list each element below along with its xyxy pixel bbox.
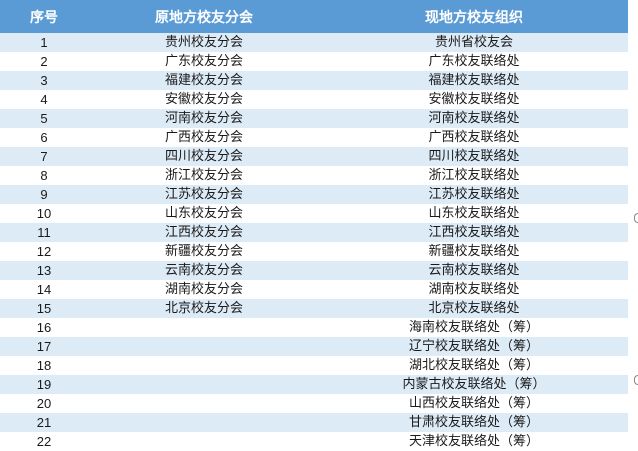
cell-index: 9 bbox=[40, 187, 48, 202]
cell-index: 20 bbox=[36, 396, 52, 411]
alumni-organization-table-sheet: 序号 原地方校友分会 现地方校友组织 1 贵州校友分会 贵州省校友会 2 广东校友分会广… bbox=[0, 0, 628, 451]
alumni-organization-table: 序号 原地方校友分会 现地方校友组织 1 贵州校友分会 贵州省校友会 2 广东校友分会广… bbox=[0, 0, 628, 451]
cell-index: 19 bbox=[36, 377, 52, 392]
cell-current-organization: 安徽校友联络处 bbox=[428, 92, 520, 107]
cell-current-organization: 四川校友联络处 bbox=[428, 149, 520, 164]
cell-index: 11 bbox=[37, 225, 51, 240]
cell-current-organization: 江西校友联络处 bbox=[428, 225, 520, 240]
cell-index: 22 bbox=[36, 434, 52, 449]
cell-original-branch bbox=[88, 337, 320, 356]
cell-original-branch bbox=[88, 413, 320, 432]
cell-original-branch: 云南校友分会 bbox=[164, 263, 243, 278]
table-row: 13 云南校友分会 云南校友联络处 bbox=[0, 261, 628, 280]
table-row: 18 湖北校友联络处（筹） bbox=[0, 356, 628, 375]
table-row: 20 山西校友联络处（筹） bbox=[0, 394, 628, 413]
table-row: 5 河南校友分会 河南校友联络处 bbox=[0, 109, 628, 128]
cell-current-organization: 浙江校友联络处 bbox=[428, 168, 520, 183]
cell-current-organization: 广东校友联络处 bbox=[428, 54, 520, 69]
edge-marker bbox=[634, 213, 638, 223]
cell-index: 21 bbox=[36, 415, 52, 430]
cell-original-branch bbox=[88, 432, 320, 451]
cell-current-organization: 甘肃校友联络处（筹） bbox=[408, 415, 539, 430]
table-row: 9 江苏校友分会 江苏校友联络处 bbox=[0, 185, 628, 204]
cell-index: 13 bbox=[36, 263, 52, 278]
cell-current-organization: 云南校友联络处 bbox=[428, 263, 520, 278]
cell-index: 17 bbox=[36, 339, 52, 354]
header-current-organization: 现地方校友组织 bbox=[425, 9, 523, 26]
table-row: 19 内蒙古校友联络处（筹） bbox=[0, 375, 628, 394]
cell-index: 1 bbox=[40, 35, 48, 50]
cell-index: 4 bbox=[40, 92, 48, 107]
header-original-branch: 原地方校友分会 bbox=[155, 9, 253, 26]
cell-current-organization: 辽宁校友联络处（筹） bbox=[408, 339, 539, 354]
table-row: 6 广西校友分会 广西校友联络处 bbox=[0, 128, 628, 147]
edge-marker bbox=[634, 375, 638, 385]
cell-current-organization: 新疆校友联络处 bbox=[428, 244, 520, 259]
cell-index: 16 bbox=[36, 320, 52, 335]
cell-current-organization: 湖南校友联络处 bbox=[428, 282, 520, 297]
header-row: 序号 原地方校友分会 现地方校友组织 bbox=[0, 0, 628, 33]
cell-original-branch: 新疆校友分会 bbox=[164, 244, 243, 259]
header-index: 序号 bbox=[30, 9, 58, 26]
cell-original-branch: 四川校友分会 bbox=[164, 149, 243, 164]
cell-current-organization: 内蒙古校友联络处（筹） bbox=[402, 377, 546, 392]
cell-original-branch: 贵州校友分会 bbox=[164, 35, 243, 50]
cell-current-organization: 贵州省校友会 bbox=[434, 35, 513, 50]
table-row: 4 安徽校友分会 安徽校友联络处 bbox=[0, 90, 628, 109]
cell-current-organization: 山西校友联络处（筹） bbox=[408, 396, 539, 411]
table-row: 10 山东校友分会 山东校友联络处 bbox=[0, 204, 628, 223]
cell-original-branch bbox=[88, 356, 320, 375]
cell-original-branch: 广东校友分会 bbox=[164, 54, 243, 69]
table-row: 3 福建校友分会 福建校友联络处 bbox=[0, 71, 628, 90]
cell-original-branch: 湖南校友分会 bbox=[164, 282, 243, 297]
cell-index: 10 bbox=[36, 206, 52, 221]
cell-current-organization: 广西校友联络处 bbox=[428, 130, 520, 145]
cell-original-branch: 广西校友分会 bbox=[164, 130, 243, 145]
table-row: 16 海南校友联络处（筹） bbox=[0, 318, 628, 337]
cell-current-organization: 山东校友联络处 bbox=[428, 206, 520, 221]
table-row: 12 新疆校友分会 新疆校友联络处 bbox=[0, 242, 628, 261]
table-row: 14 湖南校友分会 湖南校友联络处 bbox=[0, 280, 628, 299]
table-row: 17 辽宁校友联络处（筹） bbox=[0, 337, 628, 356]
table-row: 2 广东校友分会 广东校友联络处 bbox=[0, 52, 628, 71]
cell-original-branch: 北京校友分会 bbox=[164, 301, 243, 316]
table-row: 22 天津校友联络处（筹） bbox=[0, 432, 628, 451]
table-header: 序号 原地方校友分会 现地方校友组织 bbox=[0, 0, 628, 33]
cell-index: 12 bbox=[36, 244, 52, 259]
cell-original-branch: 江苏校友分会 bbox=[164, 187, 243, 202]
cell-original-branch bbox=[88, 394, 320, 413]
cell-index: 8 bbox=[40, 168, 48, 183]
cell-index: 5 bbox=[40, 111, 48, 126]
table-row: 15 北京校友分会 北京校友联络处 bbox=[0, 299, 628, 318]
table-row: 21 甘肃校友联络处（筹） bbox=[0, 413, 628, 432]
table-body: 1 贵州校友分会 贵州省校友会 2 广东校友分会 广东校友联络处 3 福建校友分会 福建校友联络… bbox=[0, 33, 628, 451]
cell-current-organization: 河南校友联络处 bbox=[428, 111, 520, 126]
cell-current-organization: 江苏校友联络处 bbox=[428, 187, 520, 202]
table-row: 8 浙江校友分会 浙江校友联络处 bbox=[0, 166, 628, 185]
cell-current-organization: 北京校友联络处 bbox=[428, 301, 520, 316]
cell-original-branch: 江西校友分会 bbox=[164, 225, 243, 240]
table-row: 11 江西校友分会 江西校友联络处 bbox=[0, 223, 628, 242]
cell-current-organization: 福建校友联络处 bbox=[428, 73, 520, 88]
cell-current-organization: 天津校友联络处（筹） bbox=[408, 434, 539, 449]
table-row: 7 四川校友分会 四川校友联络处 bbox=[0, 147, 628, 166]
cell-index: 7 bbox=[40, 149, 48, 164]
cell-index: 6 bbox=[40, 130, 48, 145]
cell-index: 15 bbox=[36, 301, 52, 316]
cell-original-branch bbox=[88, 318, 320, 337]
cell-index: 14 bbox=[36, 282, 52, 297]
cell-original-branch bbox=[88, 375, 320, 394]
cell-original-branch: 安徽校友分会 bbox=[164, 92, 243, 107]
cell-original-branch: 河南校友分会 bbox=[164, 111, 243, 126]
table-row: 1 贵州校友分会 贵州省校友会 bbox=[0, 33, 628, 52]
cell-original-branch: 浙江校友分会 bbox=[164, 168, 243, 183]
cell-index: 18 bbox=[36, 358, 52, 373]
cell-original-branch: 山东校友分会 bbox=[164, 206, 243, 221]
cell-current-organization: 海南校友联络处（筹） bbox=[408, 320, 539, 335]
cell-index: 3 bbox=[40, 73, 48, 88]
cell-current-organization: 湖北校友联络处（筹） bbox=[408, 358, 539, 373]
cell-original-branch: 福建校友分会 bbox=[164, 73, 243, 88]
cell-index: 2 bbox=[40, 54, 48, 69]
